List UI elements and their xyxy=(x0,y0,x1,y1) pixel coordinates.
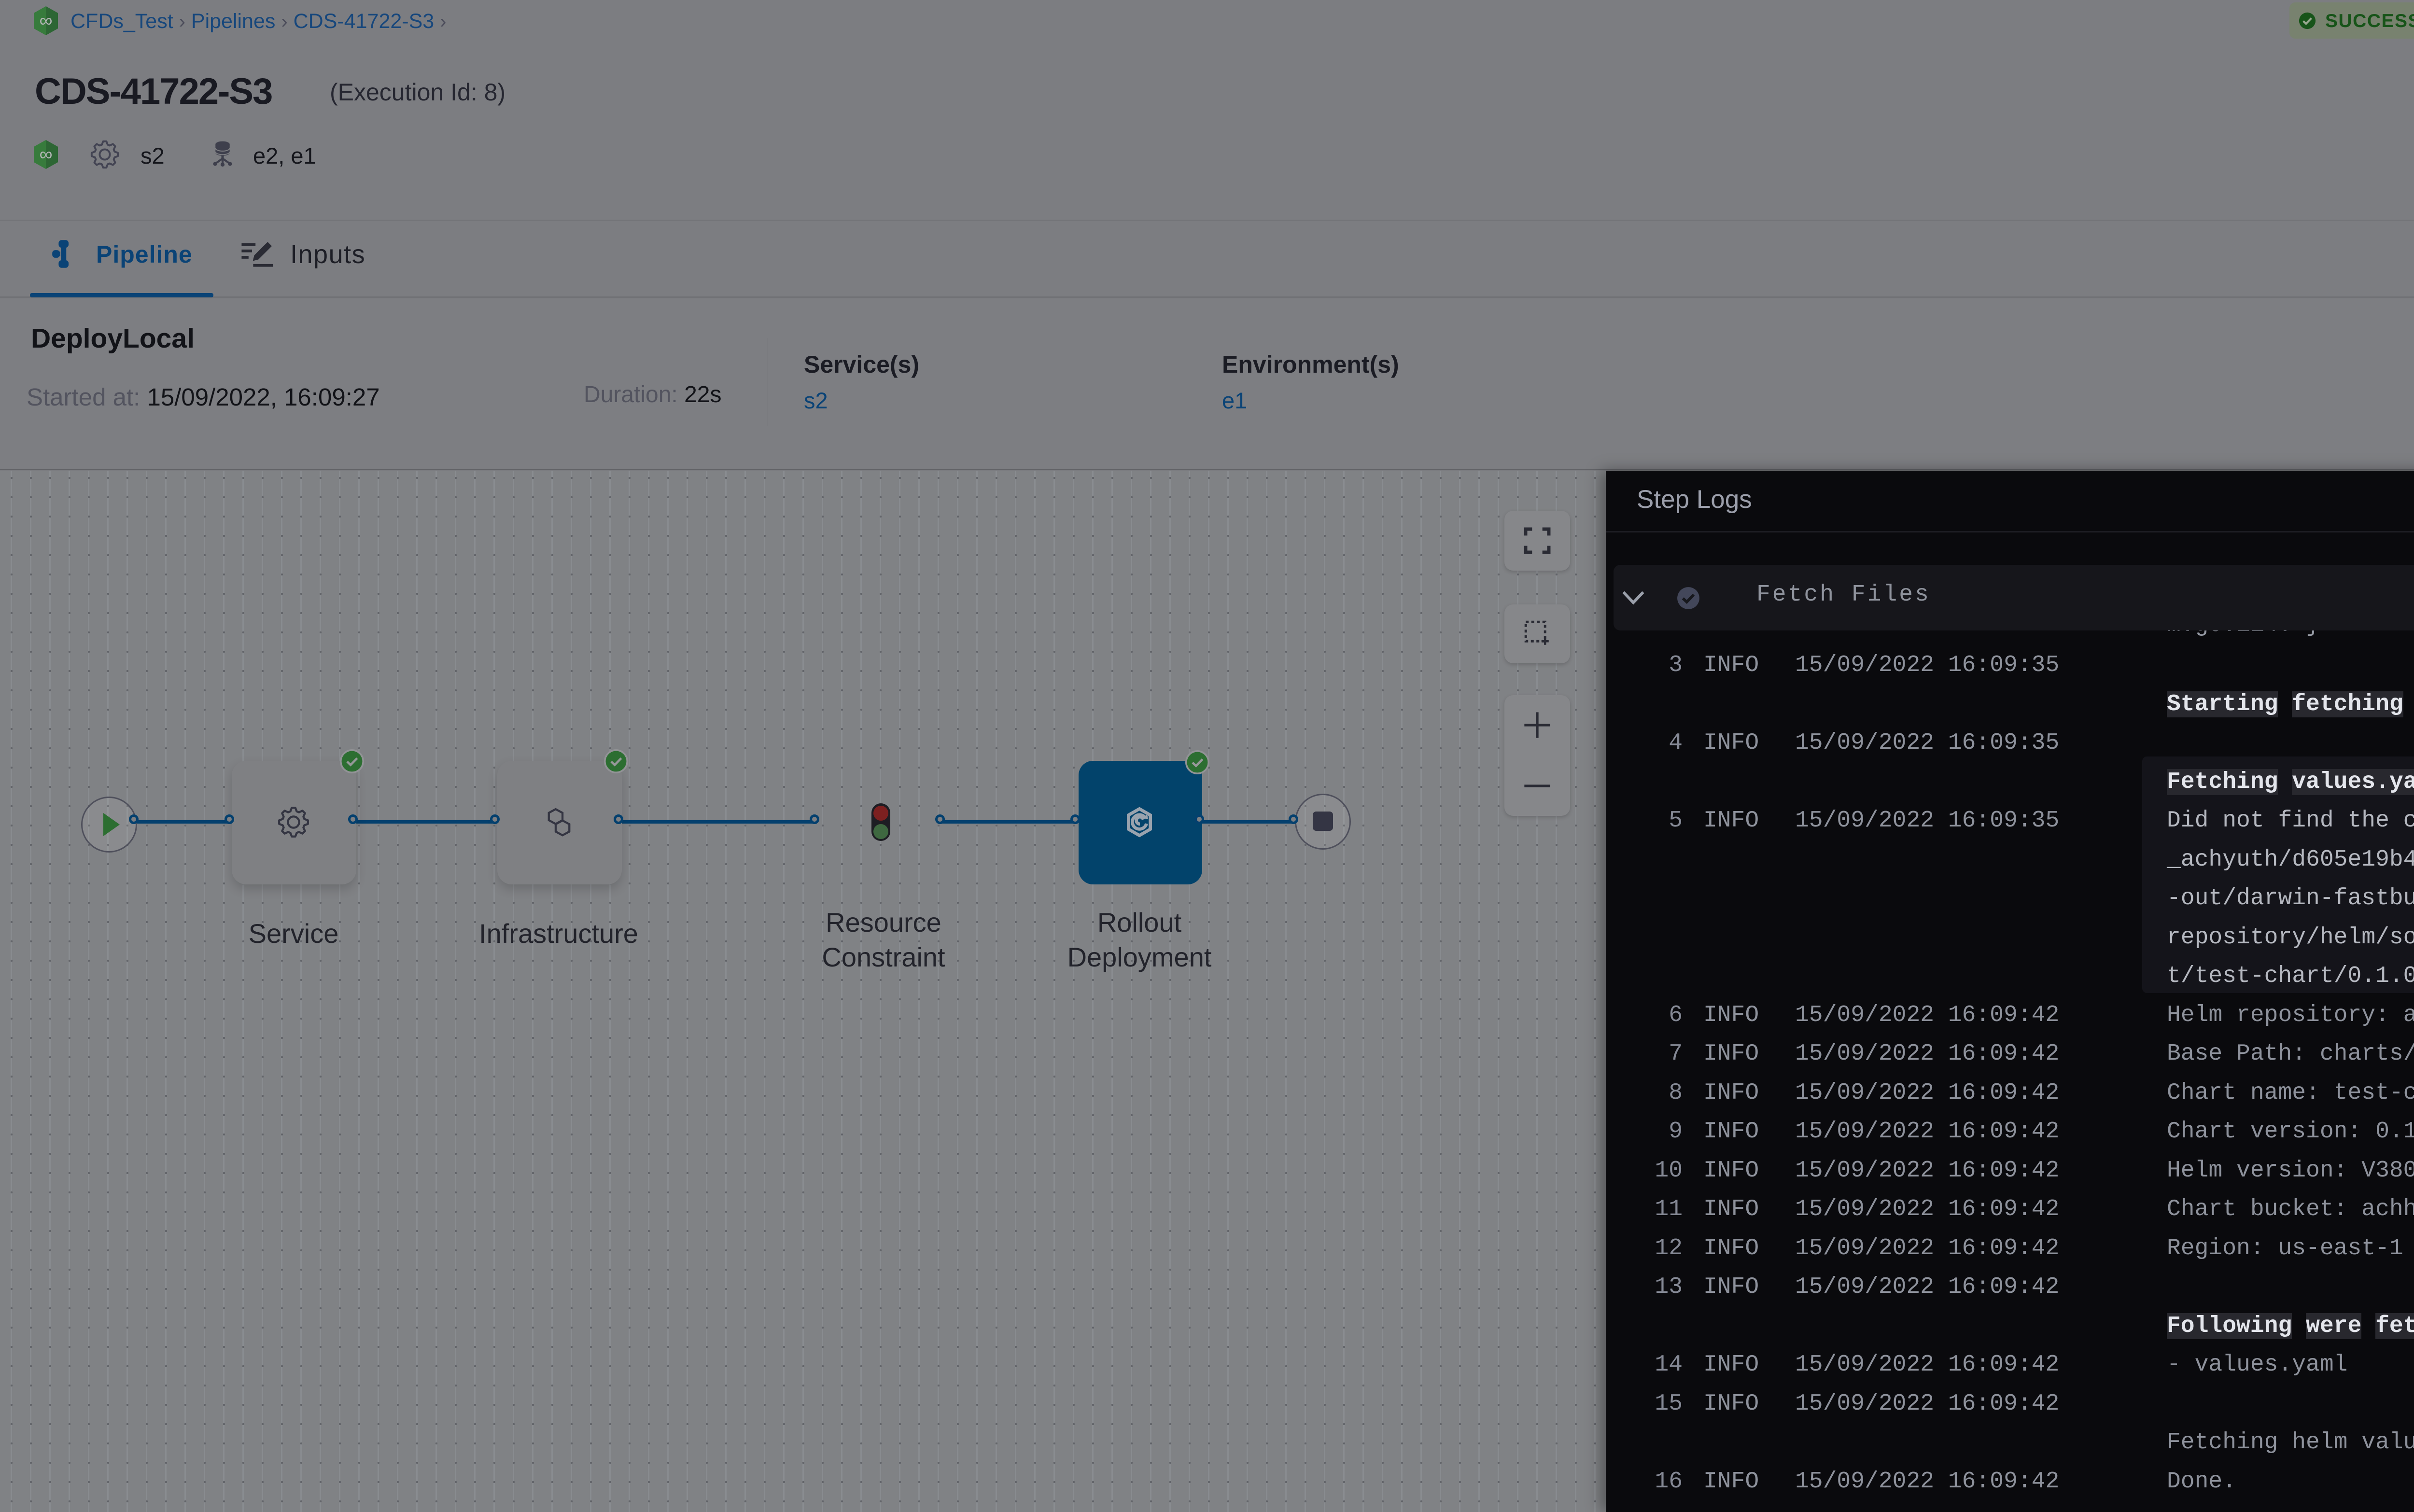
svg-text:∞: ∞ xyxy=(39,144,52,165)
svg-text:∞: ∞ xyxy=(39,11,52,31)
